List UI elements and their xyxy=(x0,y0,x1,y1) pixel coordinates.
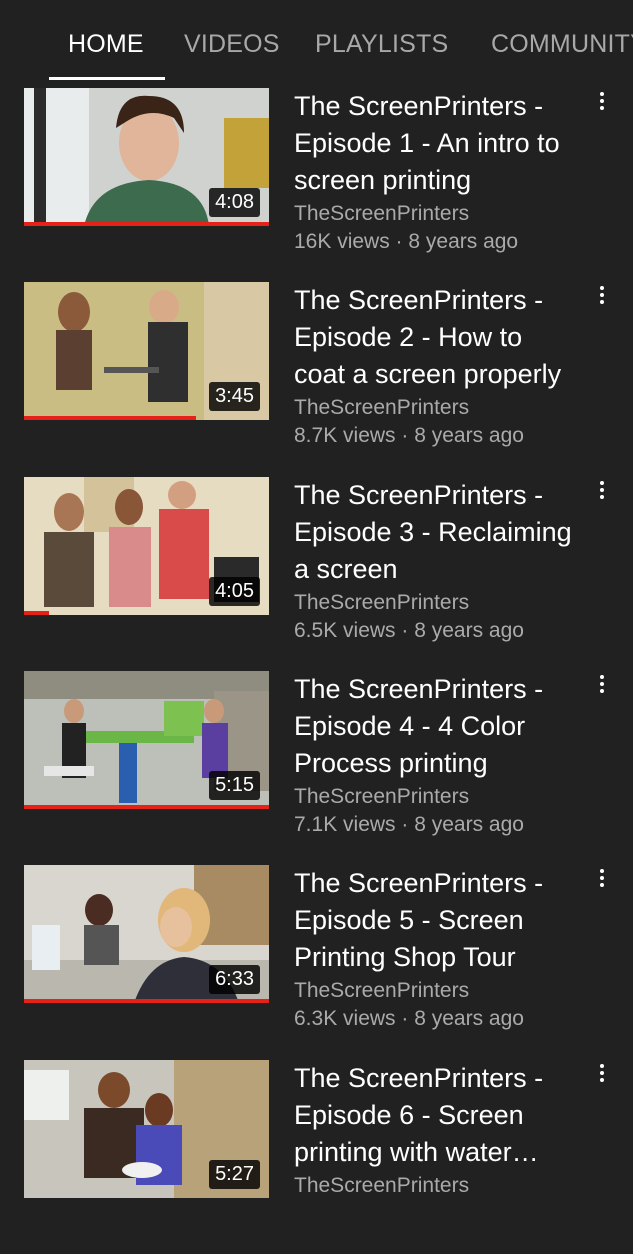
video-meta: The ScreenPrinters - Episode 3 - Reclaim… xyxy=(294,477,576,645)
channel-name[interactable]: TheScreenPrinters xyxy=(294,589,576,617)
channel-tab-bar: HOME VIDEOS PLAYLISTS COMMUNITY xyxy=(0,0,633,80)
video-meta: The ScreenPrinters - Episode 4 - 4 Color… xyxy=(294,671,576,839)
channel-name[interactable]: TheScreenPrinters xyxy=(294,394,576,422)
more-vert-icon[interactable] xyxy=(594,673,610,699)
video-duration: 4:08 xyxy=(209,188,260,217)
tab-home[interactable]: HOME xyxy=(68,30,144,59)
watched-progress-bar xyxy=(24,999,269,1003)
more-vert-icon[interactable] xyxy=(594,479,610,505)
video-meta: The ScreenPrinters - Episode 1 - An intr… xyxy=(294,88,576,256)
tab-playlists[interactable]: PLAYLISTS xyxy=(315,30,448,59)
video-duration: 3:45 xyxy=(209,382,260,411)
video-duration: 4:05 xyxy=(209,577,260,606)
more-vert-icon[interactable] xyxy=(594,867,610,893)
more-vert-icon[interactable] xyxy=(594,90,610,116)
video-title[interactable]: The ScreenPrinters - Episode 2 - How to … xyxy=(294,282,576,393)
video-thumbnail[interactable]: 6:33 xyxy=(24,865,269,1003)
channel-name[interactable]: TheScreenPrinters xyxy=(294,783,576,811)
watched-progress-bar xyxy=(24,416,196,420)
video-duration: 5:15 xyxy=(209,771,260,800)
video-meta: The ScreenPrinters - Episode 2 - How to … xyxy=(294,282,576,450)
video-title[interactable]: The ScreenPrinters - Episode 1 - An intr… xyxy=(294,88,576,199)
channel-name[interactable]: TheScreenPrinters xyxy=(294,1172,576,1200)
video-meta: The ScreenPrinters - Episode 5 - Screen … xyxy=(294,865,576,1033)
video-title[interactable]: The ScreenPrinters - Episode 4 - 4 Color… xyxy=(294,671,576,782)
video-title[interactable]: The ScreenPrinters - Episode 5 - Screen … xyxy=(294,865,576,976)
video-item: 3:45 The ScreenPrinters - Episode 2 - Ho… xyxy=(0,282,633,476)
watched-progress-bar xyxy=(24,222,269,226)
watched-progress-bar xyxy=(24,611,49,615)
video-thumbnail[interactable]: 4:08 xyxy=(24,88,269,226)
video-stats: 16K views · 8 years ago xyxy=(294,230,519,253)
video-thumbnail[interactable]: 5:27 xyxy=(24,1060,269,1198)
tab-videos[interactable]: VIDEOS xyxy=(184,30,280,59)
video-item: 4:05 The ScreenPrinters - Episode 3 - Re… xyxy=(0,477,633,671)
video-item: 6:33 The ScreenPrinters - Episode 5 - Sc… xyxy=(0,865,633,1059)
video-item: 5:27 The ScreenPrinters - Episode 6 - Sc… xyxy=(0,1060,633,1254)
video-title[interactable]: The ScreenPrinters - Episode 6 - Screen … xyxy=(294,1060,576,1171)
video-duration: 6:33 xyxy=(209,965,260,994)
tab-community[interactable]: COMMUNITY xyxy=(491,30,633,59)
video-stats: 7.1K views · 8 years ago xyxy=(294,813,524,836)
video-stats: 6.3K views · 8 years ago xyxy=(294,1007,524,1030)
channel-name[interactable]: TheScreenPrinters xyxy=(294,977,576,1005)
video-item: 4:08 The ScreenPrinters - Episode 1 - An… xyxy=(0,88,633,282)
video-stats: 6.5K views · 8 years ago xyxy=(294,619,524,642)
more-vert-icon[interactable] xyxy=(594,284,610,310)
video-title[interactable]: The ScreenPrinters - Episode 3 - Reclaim… xyxy=(294,477,576,588)
video-thumbnail[interactable]: 5:15 xyxy=(24,671,269,809)
video-duration: 5:27 xyxy=(209,1160,260,1189)
video-thumbnail[interactable]: 4:05 xyxy=(24,477,269,615)
video-item: 5:15 The ScreenPrinters - Episode 4 - 4 … xyxy=(0,671,633,865)
more-vert-icon[interactable] xyxy=(594,1062,610,1088)
video-thumbnail[interactable]: 3:45 xyxy=(24,282,269,420)
video-meta: The ScreenPrinters - Episode 6 - Screen … xyxy=(294,1060,576,1200)
channel-name[interactable]: TheScreenPrinters xyxy=(294,200,576,228)
watched-progress-bar xyxy=(24,805,269,809)
video-stats: 8.7K views · 8 years ago xyxy=(294,424,524,447)
active-tab-indicator xyxy=(49,77,165,80)
